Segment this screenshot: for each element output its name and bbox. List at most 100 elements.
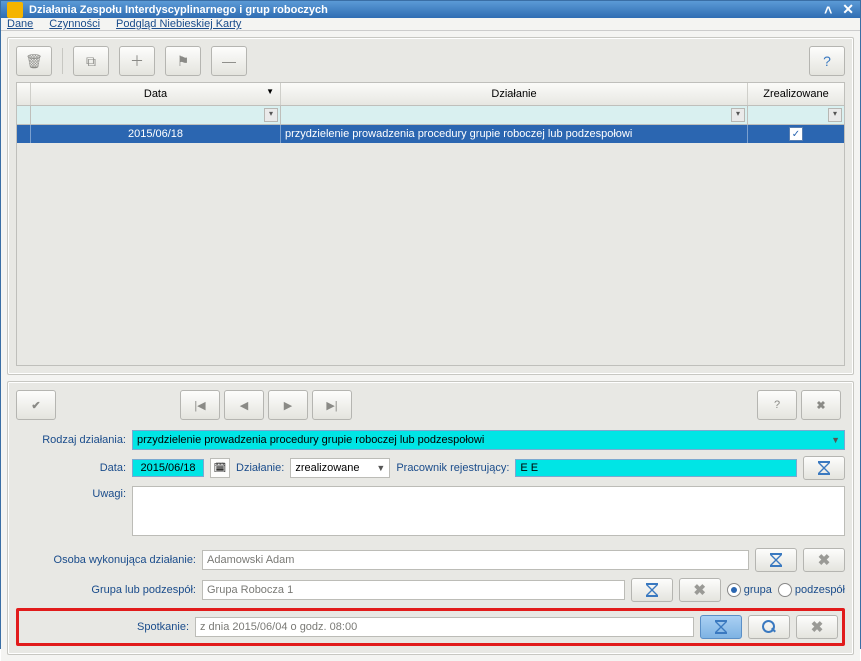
close-icon[interactable]: ✕: [842, 1, 854, 18]
copy-button[interactable]: ⧉: [73, 46, 109, 76]
chevron-down-icon[interactable]: ▾: [731, 108, 745, 122]
grupa-lookup-button[interactable]: [631, 578, 673, 602]
calendar-button[interactable]: 🗓: [210, 458, 230, 478]
list-panel: 🗑 ⧉ ＋ ⚑ — ? Data ▼ Działanie: [7, 37, 854, 375]
plus-icon: ＋: [130, 51, 144, 71]
grid-header-action-label: Działanie: [491, 88, 536, 100]
minimize-icon[interactable]: ˄: [824, 2, 832, 18]
pracownik-value: E E: [520, 462, 538, 474]
help-button-2[interactable]: ?: [757, 390, 797, 420]
cancel-button[interactable]: ✖: [801, 390, 841, 420]
radio-grupa[interactable]: grupa: [727, 583, 772, 597]
remove-button[interactable]: —: [211, 46, 247, 76]
app-icon: [7, 2, 23, 18]
done-checkbox[interactable]: ✓: [789, 127, 803, 141]
window-title: Działania Zespołu Interdyscyplinarnego i…: [29, 4, 814, 16]
app-window: Działania Zespołu Interdyscyplinarnego i…: [0, 0, 861, 649]
last-button[interactable]: ▶|: [312, 390, 352, 420]
prev-icon: ◀: [240, 399, 248, 412]
spotkanie-field[interactable]: z dnia 2015/06/04 o godz. 08:00: [195, 617, 694, 637]
radio-dot-icon: [727, 583, 741, 597]
menu-dane[interactable]: Dane: [7, 18, 33, 30]
search-icon: [762, 620, 776, 634]
grid-filter-data[interactable]: ▾: [31, 106, 281, 124]
radio-grupa-label: grupa: [744, 584, 772, 596]
table-row[interactable]: 2015/06/18 przydzielenie prowadzenia pro…: [17, 125, 844, 143]
chevron-down-icon[interactable]: ▾: [264, 108, 278, 122]
osoba-value: Adamowski Adam: [207, 554, 294, 566]
grid-header-data[interactable]: Data ▼: [31, 83, 281, 105]
osoba-clear-button[interactable]: ✖: [803, 548, 845, 572]
check-icon: ✔: [31, 399, 40, 412]
detail-form: Rodzaj działania: przydzielenie prowadze…: [16, 430, 845, 646]
add-button[interactable]: ＋: [119, 46, 155, 76]
grid-filter-done[interactable]: ▾: [748, 106, 844, 124]
confirm-button[interactable]: ✔: [16, 390, 56, 420]
list-toolbar: 🗑 ⧉ ＋ ⚑ — ?: [16, 46, 845, 76]
row-action: przydzielenie prowadzenia procedury grup…: [281, 125, 748, 143]
hourglass-icon: [715, 620, 727, 634]
x-icon: ✖: [816, 399, 825, 412]
toolbar-separator: [62, 48, 63, 74]
spotkanie-search-button[interactable]: [748, 615, 790, 639]
osoba-field[interactable]: Adamowski Adam: [202, 550, 749, 570]
titlebar: Działania Zespołu Interdyscyplinarnego i…: [1, 1, 860, 18]
rodzaj-select[interactable]: przydzielenie prowadzenia procedury grup…: [132, 430, 845, 450]
last-icon: ▶|: [326, 399, 337, 412]
label-spotkanie: Spotkanie:: [23, 621, 189, 633]
dzialanie-select[interactable]: zrealizowane ▼: [290, 458, 390, 478]
help-icon: ?: [774, 399, 780, 411]
label-grupa: Grupa lub podzespół:: [16, 584, 196, 596]
client-area: 🗑 ⧉ ＋ ⚑ — ? Data ▼ Działanie: [1, 31, 860, 661]
chevron-down-icon: ▼: [376, 463, 385, 473]
clear-icon: ✖: [811, 618, 824, 636]
menu-podglad[interactable]: Podgląd Niebieskiej Karty: [116, 18, 241, 30]
pracownik-field[interactable]: E E: [515, 459, 797, 477]
chevron-down-icon[interactable]: ▾: [828, 108, 842, 122]
clear-icon: ✖: [818, 551, 831, 569]
label-data: Data:: [16, 462, 126, 474]
first-button[interactable]: |◀: [180, 390, 220, 420]
uwagi-textarea[interactable]: [132, 486, 845, 536]
hourglass-icon: [646, 583, 658, 597]
row-done: ✓: [748, 125, 844, 143]
spotkanie-lookup-button[interactable]: [700, 615, 742, 639]
label-rodzaj: Rodzaj działania:: [16, 434, 126, 446]
radio-podzespol-label: podzespół: [795, 584, 845, 596]
grupa-clear-button[interactable]: ✖: [679, 578, 721, 602]
detail-navbar: ✔ |◀ ◀ ▶ ▶| ? ✖: [16, 390, 845, 420]
clear-icon: ✖: [693, 581, 706, 599]
hourglass-icon: [818, 461, 830, 475]
grupa-value: Grupa Robocza 1: [207, 584, 293, 596]
grid-handle-header: [17, 83, 31, 105]
osoba-lookup-button[interactable]: [755, 548, 797, 572]
next-button[interactable]: ▶: [268, 390, 308, 420]
grid-header-done-label: Zrealizowane: [763, 88, 828, 100]
copy-icon: ⧉: [86, 53, 96, 70]
grid-filter-action[interactable]: ▾: [281, 106, 748, 124]
trash-button[interactable]: 🗑: [16, 46, 52, 76]
spotkanie-value: z dnia 2015/06/04 o godz. 08:00: [200, 621, 357, 633]
edit-button[interactable]: ⚑: [165, 46, 201, 76]
help-button[interactable]: ?: [809, 46, 845, 76]
data-field[interactable]: 2015/06/18: [132, 459, 204, 477]
trash-icon: 🗑: [25, 53, 43, 70]
row-date: 2015/06/18: [31, 125, 281, 143]
prev-button[interactable]: ◀: [224, 390, 264, 420]
grupa-field[interactable]: Grupa Robocza 1: [202, 580, 625, 600]
label-osoba: Osoba wykonująca działanie:: [16, 554, 196, 566]
grid-header-action[interactable]: Działanie: [281, 83, 748, 105]
chevron-down-icon: ▼: [831, 435, 840, 445]
calendar-icon: 🗓: [214, 463, 227, 474]
pracownik-lookup-button[interactable]: [803, 456, 845, 480]
label-pracownik: Pracownik rejestrujący:: [396, 462, 509, 474]
menu-czynnosci[interactable]: Czynności: [49, 18, 100, 30]
grid-header-data-label: Data: [144, 88, 167, 100]
label-dzialanie: Działanie:: [236, 462, 284, 474]
radio-dot-icon: [778, 583, 792, 597]
grid-header-done[interactable]: Zrealizowane: [748, 83, 844, 105]
sort-desc-icon: ▼: [266, 87, 274, 96]
radio-podzespol[interactable]: podzespół: [778, 583, 845, 597]
detail-panel: ✔ |◀ ◀ ▶ ▶| ? ✖ Rodzaj działania: przydz…: [7, 381, 854, 655]
spotkanie-clear-button[interactable]: ✖: [796, 615, 838, 639]
